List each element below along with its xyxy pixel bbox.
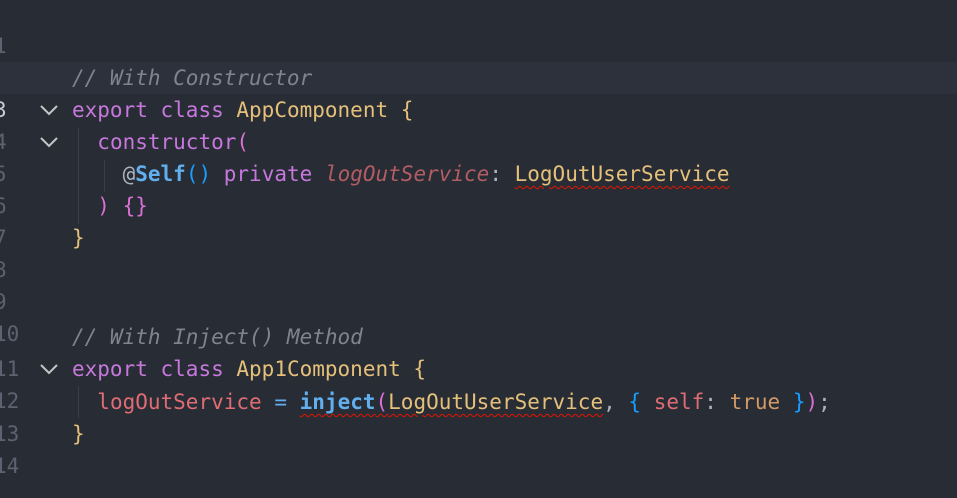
code-line[interactable]: 12 export class App1Component { <box>0 353 957 413</box>
paren: () <box>185 162 212 186</box>
chevron-down-icon[interactable] <box>39 135 59 149</box>
paren: ) <box>97 194 110 218</box>
code-content: export class App1Component { <box>72 353 426 385</box>
function-name-error: inject <box>299 390 376 414</box>
code-editor[interactable]: 1 2 3 // With Constructor 4 export class… <box>0 0 957 498</box>
code-content: logOutService = inject(LogOutUserService… <box>72 386 831 418</box>
code-line-current[interactable]: 3 // With Constructor <box>0 62 957 122</box>
brace: { <box>628 390 642 414</box>
semicolon: ; <box>818 390 831 414</box>
property-name: logOutService <box>97 390 262 414</box>
code-content: } <box>72 222 85 254</box>
code-content: export class AppComponent { <box>72 94 413 126</box>
constructor-body: {} <box>122 194 148 218</box>
code-content: @Self() private logOutService: LogOutUse… <box>72 158 730 190</box>
code-line[interactable]: 11 // With Inject() Method <box>0 321 957 381</box>
chevron-down-icon[interactable] <box>39 103 59 117</box>
code-line[interactable]: 1 <box>0 0 957 58</box>
code-line[interactable]: 7 ) {} <box>0 190 957 250</box>
keyword: export <box>72 98 148 122</box>
type-name-error: LogOutUserService <box>514 162 730 186</box>
brace: } <box>72 422 85 446</box>
comment: // With Constructor <box>72 66 313 90</box>
keyword: class <box>160 357 224 381</box>
class-name: AppComponent <box>236 98 389 122</box>
boolean-value: true <box>729 390 781 414</box>
code-content: // With Inject() Method <box>72 321 363 353</box>
code-content: constructor( <box>72 126 249 158</box>
brace: } <box>792 390 806 414</box>
keyword: export <box>72 357 148 381</box>
colon: : <box>704 390 717 414</box>
operator: = <box>274 390 287 414</box>
decorator-name: Self <box>135 162 186 186</box>
decorator-at: @ <box>122 162 136 186</box>
brace: } <box>72 226 85 250</box>
code-line[interactable]: 13 logOutService = inject(LogOutUserServ… <box>0 386 957 446</box>
paren: ( <box>236 130 250 154</box>
type-name-error: LogOutUserService <box>388 390 604 414</box>
colon: : <box>489 162 502 186</box>
comma: , <box>603 390 616 414</box>
brace: { <box>400 98 414 122</box>
code-line[interactable]: 8 } <box>0 222 957 282</box>
code-line[interactable]: 4 export class AppComponent { <box>0 94 957 154</box>
paren: ( <box>375 390 389 414</box>
brace: { <box>413 357 427 381</box>
code-line[interactable]: 9 <box>0 254 957 314</box>
parameter-name: logOutService <box>324 162 490 186</box>
paren: ) <box>805 390 819 414</box>
keyword: class <box>160 98 224 122</box>
chevron-down-icon[interactable] <box>39 362 59 376</box>
line-number: 14 <box>0 454 20 478</box>
object-key: self <box>653 390 705 414</box>
code-content: } <box>72 418 85 450</box>
code-line[interactable]: 5 constructor( <box>0 126 957 186</box>
keyword: constructor <box>97 130 237 154</box>
code-line[interactable]: 2 <box>0 30 957 90</box>
code-content: ) {} <box>72 190 148 222</box>
code-line[interactable]: 6 @Self() private logOutService: LogOutU… <box>0 158 957 218</box>
code-line[interactable]: 10 <box>0 286 957 346</box>
comment: // With Inject() Method <box>72 325 363 349</box>
code-content: // With Constructor <box>72 62 312 94</box>
code-line[interactable]: 14 } <box>0 418 957 478</box>
keyword: private <box>223 162 313 186</box>
class-name: App1Component <box>236 357 401 381</box>
